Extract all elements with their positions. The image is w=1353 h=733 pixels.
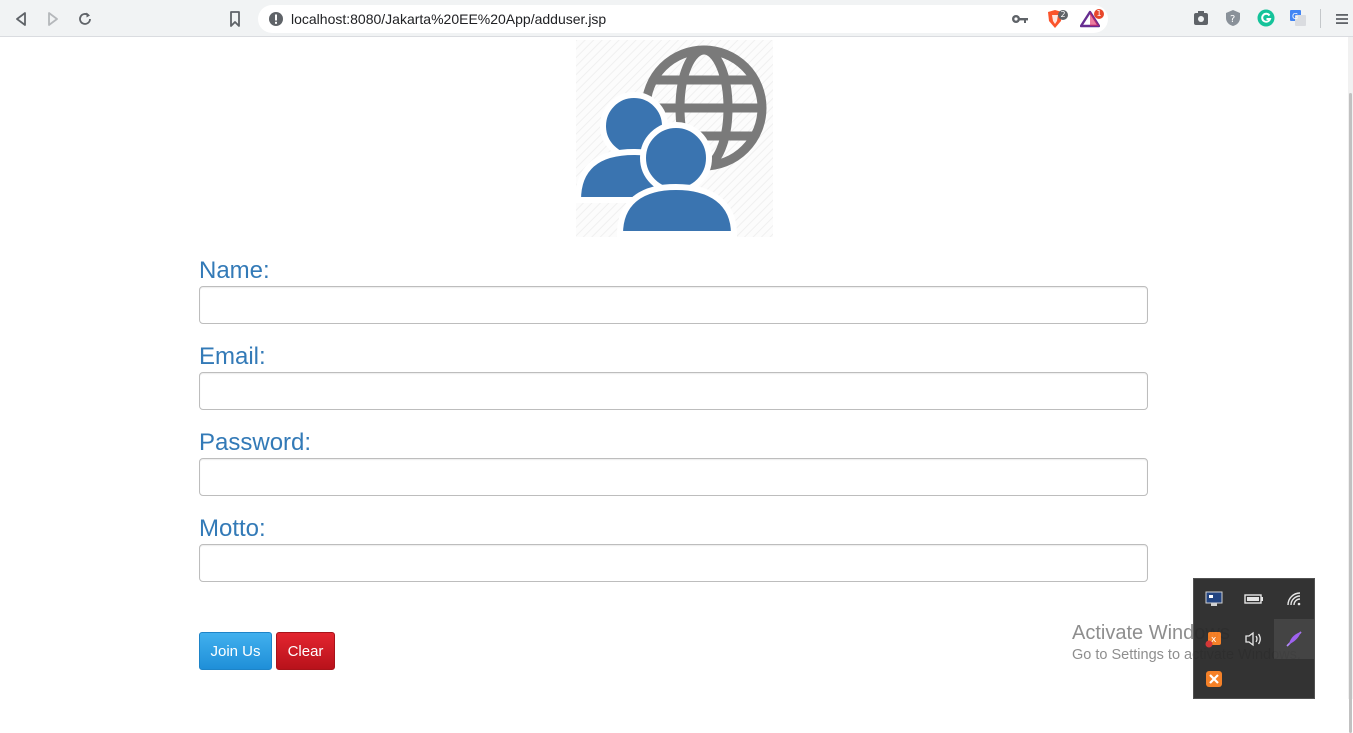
network-icon[interactable] xyxy=(1282,587,1306,611)
email-label: Email: xyxy=(199,343,266,370)
svg-text:G: G xyxy=(1292,12,1298,21)
add-user-form: Name: Email: Password: Motto: xyxy=(199,256,1148,600)
hamburger-menu-icon xyxy=(1336,14,1348,24)
page-scrollbar[interactable] xyxy=(1348,37,1353,733)
join-us-button[interactable]: Join Us xyxy=(199,632,272,670)
brave-rewards-icon[interactable]: 1 xyxy=(1079,9,1104,29)
system-tray-overflow: x xyxy=(1193,578,1315,699)
monitor-icon[interactable] xyxy=(1202,587,1226,611)
menu-button[interactable] xyxy=(1331,8,1353,30)
reload-button[interactable] xyxy=(74,8,96,30)
xampp-icon[interactable] xyxy=(1202,667,1226,691)
reload-icon xyxy=(79,12,91,25)
scrollbar-thumb[interactable] xyxy=(1349,93,1352,733)
name-input[interactable] xyxy=(199,286,1148,324)
motto-input[interactable] xyxy=(199,544,1148,582)
svg-text:?: ? xyxy=(1230,14,1235,25)
back-arrow-icon xyxy=(16,12,26,26)
motto-field-group: Motto: xyxy=(199,514,1148,600)
feather-pen-icon[interactable] xyxy=(1282,627,1306,651)
brave-shields-icon[interactable]: 2 xyxy=(1046,9,1068,29)
toolbar-divider xyxy=(1320,9,1321,28)
address-bar[interactable]: localhost:8080/Jakarta%20EE%20App/adduse… xyxy=(258,5,1108,33)
volume-icon[interactable] xyxy=(1242,627,1266,651)
xampp-warning-icon[interactable]: x xyxy=(1202,627,1226,651)
name-field-group: Name: xyxy=(199,256,1148,342)
battery-icon[interactable] xyxy=(1242,587,1266,611)
shields-badge: 2 xyxy=(1058,10,1068,20)
rewards-badge: 1 xyxy=(1094,9,1104,19)
email-field-group: Email: xyxy=(199,342,1148,428)
motto-label: Motto: xyxy=(199,515,266,542)
browser-toolbar: localhost:8080/Jakarta%20EE%20App/adduse… xyxy=(0,0,1353,37)
url-text[interactable]: localhost:8080/Jakarta%20EE%20App/adduse… xyxy=(291,11,606,27)
users-globe-logo xyxy=(576,40,773,237)
name-label: Name: xyxy=(199,257,270,284)
shield-extension-icon[interactable]: ? xyxy=(1224,9,1244,29)
bookmark-icon xyxy=(230,11,240,27)
back-button[interactable] xyxy=(10,8,32,30)
forward-arrow-icon xyxy=(48,12,58,26)
site-info-icon[interactable] xyxy=(268,11,284,27)
grammarly-icon[interactable] xyxy=(1257,9,1277,29)
camera-extension-icon[interactable] xyxy=(1192,9,1212,29)
translate-icon[interactable]: G xyxy=(1289,9,1309,29)
password-field-group: Password: xyxy=(199,428,1148,514)
bookmark-button[interactable] xyxy=(224,8,246,30)
forward-button[interactable] xyxy=(42,8,64,30)
clear-button[interactable]: Clear xyxy=(276,632,335,670)
password-input[interactable] xyxy=(199,458,1148,496)
email-input[interactable] xyxy=(199,372,1148,410)
key-icon[interactable] xyxy=(1010,10,1030,28)
password-label: Password: xyxy=(199,429,312,456)
